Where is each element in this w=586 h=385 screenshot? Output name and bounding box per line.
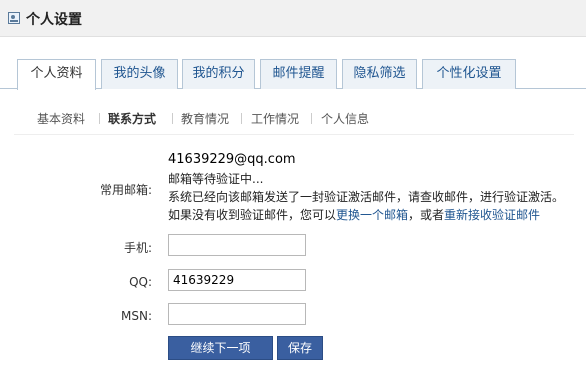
subnav-education[interactable]: 教育情况 [181, 110, 229, 127]
subnav-divider [241, 113, 242, 124]
email-notice: 系统已经向该邮箱发送了一封验证激活邮件，请查收邮件，进行验证激活。 [168, 190, 565, 204]
subnav-personal-info[interactable]: 个人信息 [321, 110, 369, 127]
subnav-contact[interactable]: 联系方式 [108, 110, 156, 127]
page-header: 个人设置 [0, 0, 586, 37]
section-divider [14, 134, 574, 135]
change-email-link[interactable]: 更换一个邮箱 [336, 208, 408, 222]
email-status: 邮箱等待验证中... [168, 172, 264, 186]
profile-subnav: 基本资料 联系方式 教育情况 工作情况 个人信息 [0, 110, 586, 130]
msn-label: MSN: [121, 309, 152, 323]
qq-input[interactable] [168, 269, 306, 291]
page-title: 个人设置 [26, 12, 82, 28]
phone-input[interactable] [168, 234, 306, 256]
email-label: 常用邮箱: [99, 183, 152, 197]
qq-label: QQ: [129, 275, 152, 289]
email-value: 41639229@qq.com [168, 152, 296, 167]
tab-profile[interactable]: 个人资料 [17, 59, 96, 90]
tab-points[interactable]: 我的积分 [182, 59, 255, 89]
phone-label: 手机: [123, 241, 152, 255]
tab-privacy[interactable]: 隐私筛选 [342, 59, 417, 89]
subnav-divider [311, 113, 312, 124]
subnav-basic-info[interactable]: 基本资料 [37, 110, 85, 127]
resend-verification-link[interactable]: 重新接收验证邮件 [444, 208, 540, 222]
profile-card-icon [8, 12, 20, 24]
subnav-divider [172, 113, 173, 124]
email-help-text: 如果没有收到验证邮件，您可以更换一个邮箱，或者重新接收验证邮件 [168, 206, 540, 223]
tab-avatar[interactable]: 我的头像 [101, 59, 178, 89]
email-help-middle: ，或者 [408, 208, 445, 222]
tab-email-reminder[interactable]: 邮件提醒 [260, 59, 337, 89]
save-button[interactable]: 保存 [277, 336, 323, 360]
tab-personalization[interactable]: 个性化设置 [422, 59, 516, 89]
msn-input[interactable] [168, 303, 306, 325]
subnav-work[interactable]: 工作情况 [251, 110, 299, 127]
settings-tabs: 个人资料 我的头像 我的积分 邮件提醒 隐私筛选 个性化设置 [0, 59, 586, 90]
subnav-divider [99, 113, 100, 124]
next-step-button[interactable]: 继续下一项 [168, 336, 273, 360]
email-help-prefix: 如果没有收到验证邮件，您可以 [168, 208, 337, 222]
